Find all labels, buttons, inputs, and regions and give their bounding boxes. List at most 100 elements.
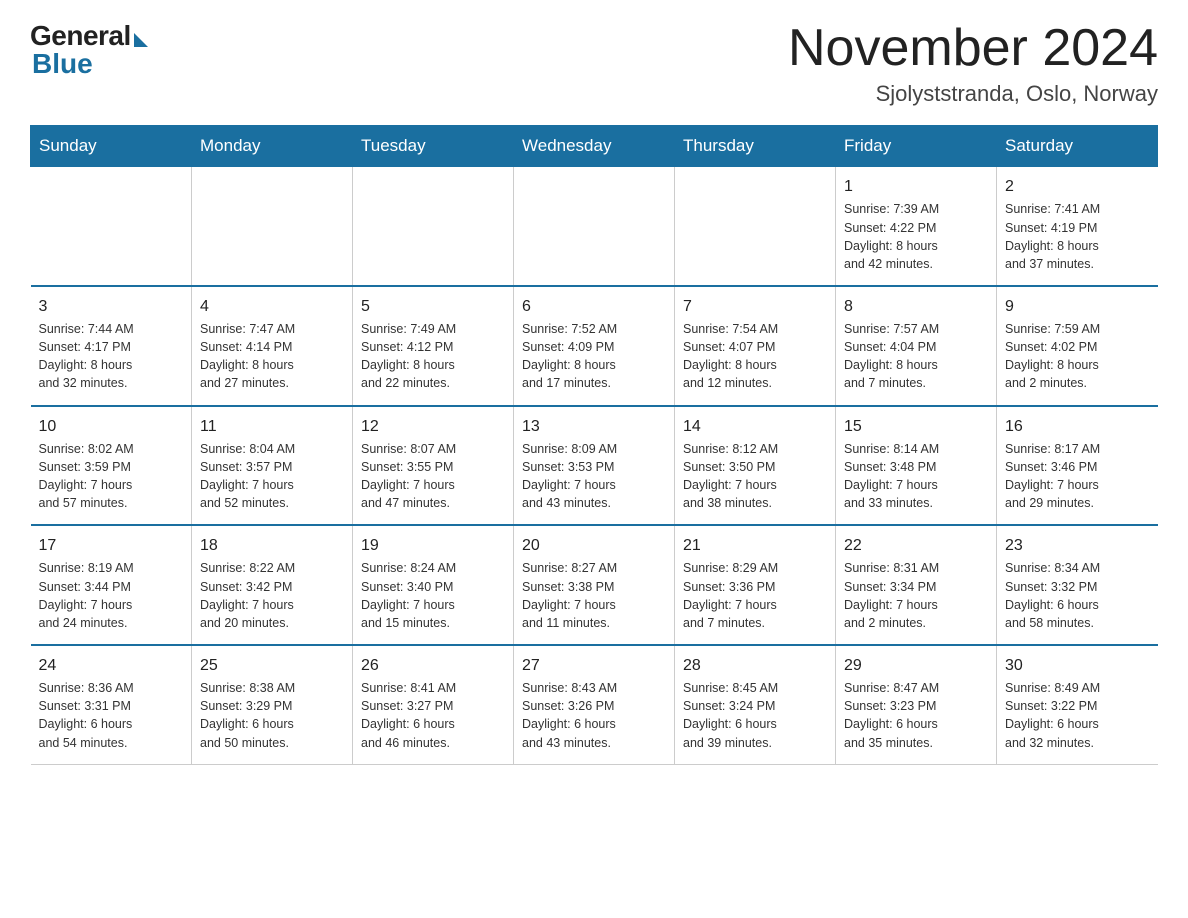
- day-info: Sunrise: 8:47 AM Sunset: 3:23 PM Dayligh…: [844, 679, 988, 752]
- calendar-cell: 15Sunrise: 8:14 AM Sunset: 3:48 PM Dayli…: [836, 406, 997, 526]
- calendar-row: 1Sunrise: 7:39 AM Sunset: 4:22 PM Daylig…: [31, 167, 1158, 286]
- day-number: 6: [522, 295, 666, 318]
- day-number: 29: [844, 654, 988, 677]
- day-number: 21: [683, 534, 827, 557]
- day-info: Sunrise: 8:19 AM Sunset: 3:44 PM Dayligh…: [39, 559, 184, 632]
- page-header: General Blue November 2024 Sjolyststrand…: [30, 20, 1158, 107]
- day-info: Sunrise: 8:09 AM Sunset: 3:53 PM Dayligh…: [522, 440, 666, 513]
- calendar-row: 10Sunrise: 8:02 AM Sunset: 3:59 PM Dayli…: [31, 406, 1158, 526]
- day-info: Sunrise: 8:04 AM Sunset: 3:57 PM Dayligh…: [200, 440, 344, 513]
- calendar-cell: 9Sunrise: 7:59 AM Sunset: 4:02 PM Daylig…: [997, 286, 1158, 406]
- day-info: Sunrise: 7:39 AM Sunset: 4:22 PM Dayligh…: [844, 200, 988, 273]
- day-info: Sunrise: 8:22 AM Sunset: 3:42 PM Dayligh…: [200, 559, 344, 632]
- day-info: Sunrise: 8:49 AM Sunset: 3:22 PM Dayligh…: [1005, 679, 1150, 752]
- weekday-header: Sunday: [31, 126, 192, 167]
- calendar-cell: 1Sunrise: 7:39 AM Sunset: 4:22 PM Daylig…: [836, 167, 997, 286]
- calendar-cell: [192, 167, 353, 286]
- weekday-header: Saturday: [997, 126, 1158, 167]
- calendar-row: 24Sunrise: 8:36 AM Sunset: 3:31 PM Dayli…: [31, 645, 1158, 764]
- calendar-row: 3Sunrise: 7:44 AM Sunset: 4:17 PM Daylig…: [31, 286, 1158, 406]
- calendar-cell: 8Sunrise: 7:57 AM Sunset: 4:04 PM Daylig…: [836, 286, 997, 406]
- day-info: Sunrise: 8:31 AM Sunset: 3:34 PM Dayligh…: [844, 559, 988, 632]
- calendar-cell: [353, 167, 514, 286]
- day-number: 20: [522, 534, 666, 557]
- day-number: 7: [683, 295, 827, 318]
- day-info: Sunrise: 8:14 AM Sunset: 3:48 PM Dayligh…: [844, 440, 988, 513]
- calendar-cell: 5Sunrise: 7:49 AM Sunset: 4:12 PM Daylig…: [353, 286, 514, 406]
- calendar-cell: 16Sunrise: 8:17 AM Sunset: 3:46 PM Dayli…: [997, 406, 1158, 526]
- day-number: 3: [39, 295, 184, 318]
- day-number: 17: [39, 534, 184, 557]
- calendar-cell: 13Sunrise: 8:09 AM Sunset: 3:53 PM Dayli…: [514, 406, 675, 526]
- day-number: 13: [522, 415, 666, 438]
- day-number: 15: [844, 415, 988, 438]
- calendar-cell: 11Sunrise: 8:04 AM Sunset: 3:57 PM Dayli…: [192, 406, 353, 526]
- day-info: Sunrise: 7:47 AM Sunset: 4:14 PM Dayligh…: [200, 320, 344, 393]
- day-number: 26: [361, 654, 505, 677]
- day-info: Sunrise: 8:34 AM Sunset: 3:32 PM Dayligh…: [1005, 559, 1150, 632]
- day-info: Sunrise: 8:38 AM Sunset: 3:29 PM Dayligh…: [200, 679, 344, 752]
- day-info: Sunrise: 7:44 AM Sunset: 4:17 PM Dayligh…: [39, 320, 184, 393]
- location: Sjolyststranda, Oslo, Norway: [788, 81, 1158, 107]
- weekday-header: Wednesday: [514, 126, 675, 167]
- day-info: Sunrise: 8:07 AM Sunset: 3:55 PM Dayligh…: [361, 440, 505, 513]
- calendar-cell: 30Sunrise: 8:49 AM Sunset: 3:22 PM Dayli…: [997, 645, 1158, 764]
- day-number: 14: [683, 415, 827, 438]
- calendar-cell: 4Sunrise: 7:47 AM Sunset: 4:14 PM Daylig…: [192, 286, 353, 406]
- calendar-cell: [31, 167, 192, 286]
- calendar-cell: 10Sunrise: 8:02 AM Sunset: 3:59 PM Dayli…: [31, 406, 192, 526]
- day-number: 22: [844, 534, 988, 557]
- day-info: Sunrise: 7:49 AM Sunset: 4:12 PM Dayligh…: [361, 320, 505, 393]
- calendar-cell: 6Sunrise: 7:52 AM Sunset: 4:09 PM Daylig…: [514, 286, 675, 406]
- calendar-row: 17Sunrise: 8:19 AM Sunset: 3:44 PM Dayli…: [31, 525, 1158, 645]
- day-number: 11: [200, 415, 344, 438]
- day-info: Sunrise: 8:12 AM Sunset: 3:50 PM Dayligh…: [683, 440, 827, 513]
- day-info: Sunrise: 7:57 AM Sunset: 4:04 PM Dayligh…: [844, 320, 988, 393]
- day-info: Sunrise: 8:45 AM Sunset: 3:24 PM Dayligh…: [683, 679, 827, 752]
- day-info: Sunrise: 8:24 AM Sunset: 3:40 PM Dayligh…: [361, 559, 505, 632]
- calendar-cell: 24Sunrise: 8:36 AM Sunset: 3:31 PM Dayli…: [31, 645, 192, 764]
- calendar-body: 1Sunrise: 7:39 AM Sunset: 4:22 PM Daylig…: [31, 167, 1158, 764]
- day-number: 4: [200, 295, 344, 318]
- calendar-cell: 7Sunrise: 7:54 AM Sunset: 4:07 PM Daylig…: [675, 286, 836, 406]
- calendar-cell: 21Sunrise: 8:29 AM Sunset: 3:36 PM Dayli…: [675, 525, 836, 645]
- day-number: 28: [683, 654, 827, 677]
- day-info: Sunrise: 7:52 AM Sunset: 4:09 PM Dayligh…: [522, 320, 666, 393]
- day-number: 24: [39, 654, 184, 677]
- calendar-cell: 18Sunrise: 8:22 AM Sunset: 3:42 PM Dayli…: [192, 525, 353, 645]
- calendar-cell: 12Sunrise: 8:07 AM Sunset: 3:55 PM Dayli…: [353, 406, 514, 526]
- weekday-header: Friday: [836, 126, 997, 167]
- calendar-cell: 23Sunrise: 8:34 AM Sunset: 3:32 PM Dayli…: [997, 525, 1158, 645]
- day-number: 30: [1005, 654, 1150, 677]
- day-number: 9: [1005, 295, 1150, 318]
- day-number: 19: [361, 534, 505, 557]
- calendar-cell: 19Sunrise: 8:24 AM Sunset: 3:40 PM Dayli…: [353, 525, 514, 645]
- day-number: 1: [844, 175, 988, 198]
- day-number: 23: [1005, 534, 1150, 557]
- day-number: 27: [522, 654, 666, 677]
- day-info: Sunrise: 8:02 AM Sunset: 3:59 PM Dayligh…: [39, 440, 184, 513]
- calendar-cell: [675, 167, 836, 286]
- calendar-cell: 17Sunrise: 8:19 AM Sunset: 3:44 PM Dayli…: [31, 525, 192, 645]
- day-info: Sunrise: 7:59 AM Sunset: 4:02 PM Dayligh…: [1005, 320, 1150, 393]
- day-info: Sunrise: 7:41 AM Sunset: 4:19 PM Dayligh…: [1005, 200, 1150, 273]
- day-number: 18: [200, 534, 344, 557]
- day-info: Sunrise: 8:29 AM Sunset: 3:36 PM Dayligh…: [683, 559, 827, 632]
- calendar-cell: 28Sunrise: 8:45 AM Sunset: 3:24 PM Dayli…: [675, 645, 836, 764]
- month-title: November 2024: [788, 20, 1158, 77]
- calendar-cell: 2Sunrise: 7:41 AM Sunset: 4:19 PM Daylig…: [997, 167, 1158, 286]
- day-info: Sunrise: 8:41 AM Sunset: 3:27 PM Dayligh…: [361, 679, 505, 752]
- calendar-cell: 22Sunrise: 8:31 AM Sunset: 3:34 PM Dayli…: [836, 525, 997, 645]
- calendar-cell: 14Sunrise: 8:12 AM Sunset: 3:50 PM Dayli…: [675, 406, 836, 526]
- day-number: 25: [200, 654, 344, 677]
- day-number: 16: [1005, 415, 1150, 438]
- day-number: 8: [844, 295, 988, 318]
- calendar-cell: 3Sunrise: 7:44 AM Sunset: 4:17 PM Daylig…: [31, 286, 192, 406]
- day-number: 5: [361, 295, 505, 318]
- calendar-cell: [514, 167, 675, 286]
- calendar-cell: 29Sunrise: 8:47 AM Sunset: 3:23 PM Dayli…: [836, 645, 997, 764]
- day-info: Sunrise: 8:43 AM Sunset: 3:26 PM Dayligh…: [522, 679, 666, 752]
- weekday-header: Tuesday: [353, 126, 514, 167]
- calendar-cell: 27Sunrise: 8:43 AM Sunset: 3:26 PM Dayli…: [514, 645, 675, 764]
- logo-triangle-icon: [134, 33, 148, 47]
